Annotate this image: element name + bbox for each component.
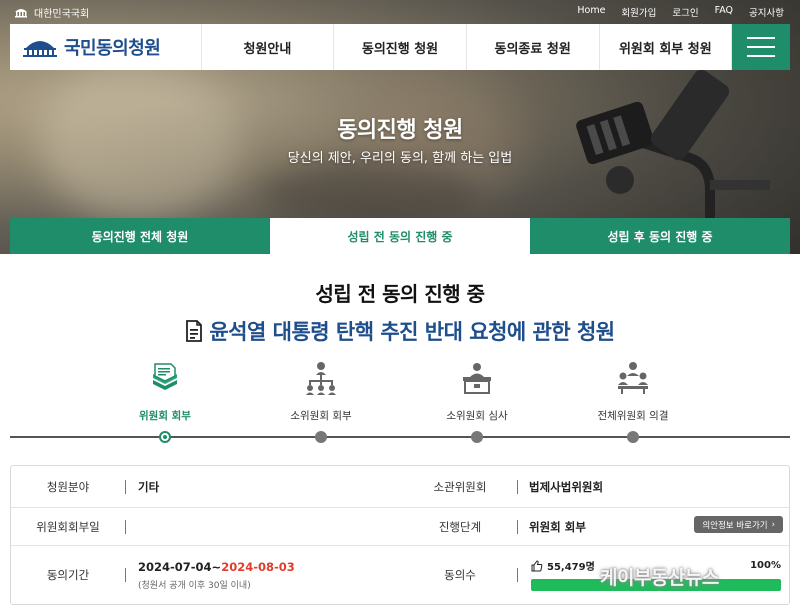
- petition-title: 윤석열 대통령 탄핵 추진 반대 요청에 관한 청원: [0, 316, 800, 346]
- step-dot: [471, 431, 483, 443]
- signup-link[interactable]: 회원가입: [621, 5, 656, 19]
- step-subcommittee-review: 소위원회 심사: [422, 360, 532, 443]
- main-nav: 국민동의청원 청원안내 동의진행 청원 동의종료 청원 위원회 회부 청원: [10, 24, 790, 70]
- petition-title-text: 윤석열 대통령 탄핵 추진 반대 요청에 관한 청원: [209, 320, 615, 344]
- utility-links: Home 회원가입 로그인 FAQ 공지사항: [577, 5, 784, 19]
- tab-before-establishment[interactable]: 성립 전 동의 진행 중: [270, 218, 530, 254]
- hamburger-menu-button[interactable]: [732, 24, 790, 70]
- step-label: 위원회 회부: [139, 410, 191, 422]
- step-subcommittee-referral: 소위원회 회부: [266, 360, 376, 443]
- bill-info-label: 의안정보 바로가기: [702, 520, 768, 531]
- news-watermark: 케이부동산뉴스: [600, 567, 719, 589]
- info-row: 위원회회부일 진행단계 위원회 회부 의안정보 바로가기 ›: [11, 508, 789, 546]
- step-dot-current: [159, 431, 171, 443]
- divider: [517, 519, 518, 534]
- agree-count: 55,479명: [531, 558, 595, 573]
- nav-committee-petitions[interactable]: 위원회 회부 청원: [600, 24, 733, 70]
- nav-closed-petitions[interactable]: 동의종료 청원: [467, 24, 600, 70]
- home-link[interactable]: Home: [577, 5, 605, 19]
- step-full-committee-vote: 전체위원회 의결: [578, 360, 688, 443]
- step-label: 소위원회 회부: [290, 410, 352, 422]
- field-label: 청원분야: [46, 479, 90, 494]
- petition-tabs: 동의진행 전체 청원 성립 전 동의 진행 중 성립 후 동의 진행 중: [10, 218, 790, 254]
- hamburger-icon: [747, 46, 776, 48]
- agree-count-text: 55,479명: [547, 562, 595, 573]
- assembly-dome-icon: [23, 41, 57, 57]
- agree-percent: 100%: [750, 560, 781, 571]
- steps-line: [10, 436, 790, 438]
- assembly-name: 대한민국국회: [34, 8, 90, 20]
- hero-title: 동의진행 청원: [337, 118, 463, 143]
- divider: [517, 479, 518, 494]
- step-dot: [315, 431, 327, 443]
- step-label: 전체위원회 의결: [597, 410, 669, 422]
- thumbs-up-icon: [531, 559, 543, 571]
- nav-petition-guide[interactable]: 청원안내: [202, 24, 335, 70]
- committee-label: 소관위원회: [433, 479, 487, 494]
- notice-link[interactable]: 공지사항: [749, 5, 784, 19]
- period-dates: 2024-07-04~2024-08-03: [138, 560, 295, 574]
- referral-date-label: 위원회회부일: [36, 519, 100, 534]
- tab-all-ongoing[interactable]: 동의진행 전체 청원: [10, 218, 270, 254]
- divider: [517, 568, 518, 582]
- section-title: 성립 전 동의 진행 중: [315, 282, 485, 306]
- bill-info-button[interactable]: 의안정보 바로가기 ›: [694, 516, 783, 533]
- documents-icon: [153, 363, 177, 390]
- site-logo[interactable]: 국민동의청원: [10, 24, 202, 70]
- login-link[interactable]: 로그인: [672, 5, 698, 19]
- period-note: (청원서 공개 이후 30일 이내): [138, 580, 251, 591]
- stage-label: 진행단계: [438, 519, 482, 534]
- hamburger-icon: [747, 37, 776, 39]
- podium-icon: [463, 363, 491, 394]
- document-icon: [186, 320, 203, 342]
- agree-label: 동의수: [444, 568, 476, 582]
- period-start: 2024-07-04~: [138, 559, 222, 574]
- divider: [125, 519, 126, 534]
- site-logo-text: 국민동의청원: [64, 38, 161, 59]
- step-label: 소위원회 심사: [446, 410, 508, 422]
- hamburger-icon: [747, 55, 776, 57]
- faq-link[interactable]: FAQ: [715, 5, 733, 19]
- stage-value: 위원회 회부: [529, 519, 586, 534]
- period-value: 2024-07-04~2024-08-03 (청원서 공개 이후 30일 이내): [126, 560, 295, 591]
- progress-steps: 위원회 회부 소위원회 회부 소위원회 심사 전체위원회 의결: [10, 360, 790, 445]
- assembly-seal-icon: [15, 9, 27, 18]
- field-value: 기타: [138, 479, 160, 494]
- nav-ongoing-petitions[interactable]: 동의진행 청원: [334, 24, 467, 70]
- org-chart-icon: [306, 362, 336, 395]
- utility-bar: 대한민국국회 Home 회원가입 로그인 FAQ 공지사항: [0, 0, 800, 24]
- period-label: 동의기간: [46, 568, 90, 582]
- period-end: 2024-08-03: [221, 559, 295, 574]
- committee-value: 법제사법위원회: [529, 479, 604, 494]
- tab-after-establishment[interactable]: 성립 후 동의 진행 중: [530, 218, 790, 254]
- assembly-brand[interactable]: 대한민국국회: [14, 5, 89, 20]
- step-dot: [627, 431, 639, 443]
- info-row: 청원분야 기타 소관위원회 법제사법위원회: [11, 466, 789, 508]
- meeting-icon: [618, 362, 648, 394]
- step-committee-referral: 위원회 회부: [110, 360, 220, 443]
- chevron-right-icon: ›: [771, 519, 775, 530]
- hero-subtitle: 당신의 제안, 우리의 동의, 함께 하는 입법: [287, 151, 513, 166]
